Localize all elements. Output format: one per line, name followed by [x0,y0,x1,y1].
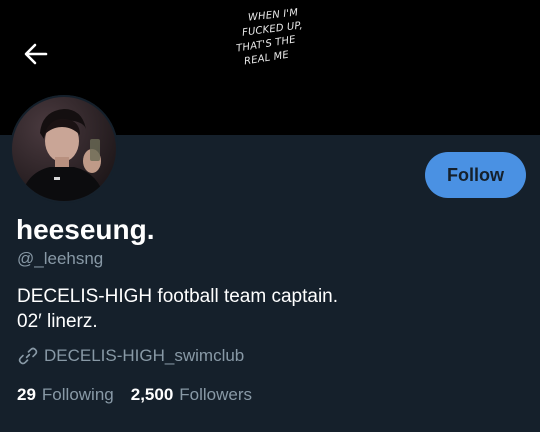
followers-label: Followers [179,385,253,404]
followers-count: 2,500 [130,385,174,404]
profile-name: heeseung. [16,214,155,245]
profile-stats: 29 Following 2,500 Followers [17,385,252,405]
bio-line-1: DECELIS-HIGH football team captain. [17,286,339,307]
avatar-photo [10,95,118,203]
follow-button[interactable]: Follow [425,152,526,198]
website-text: DECELIS-HIGH_swimclub [44,346,245,365]
followers-stat[interactable]: 2,500 Followers [131,385,252,405]
bio-line-2: 02′ linerz. [17,311,98,332]
arrow-left-icon [24,43,48,65]
banner-quote: WHEN I'M FUCKED UP, THAT'S THE REAL ME [230,7,322,78]
profile-website-link[interactable]: DECELIS-HIGH_swimclub [17,345,244,367]
following-stat[interactable]: 29 Following [17,385,114,405]
following-count: 29 [17,385,36,404]
avatar[interactable] [10,95,118,203]
profile-bio: DECELIS-HIGH football team captain. 02′ … [17,284,338,334]
profile-handle: @_leehsng [17,249,104,268]
link-icon [18,347,38,365]
following-label: Following [41,385,114,404]
profile-page: WHEN I'M FUCKED UP, THAT'S THE REAL ME F… [0,0,540,432]
back-button[interactable] [20,38,52,70]
